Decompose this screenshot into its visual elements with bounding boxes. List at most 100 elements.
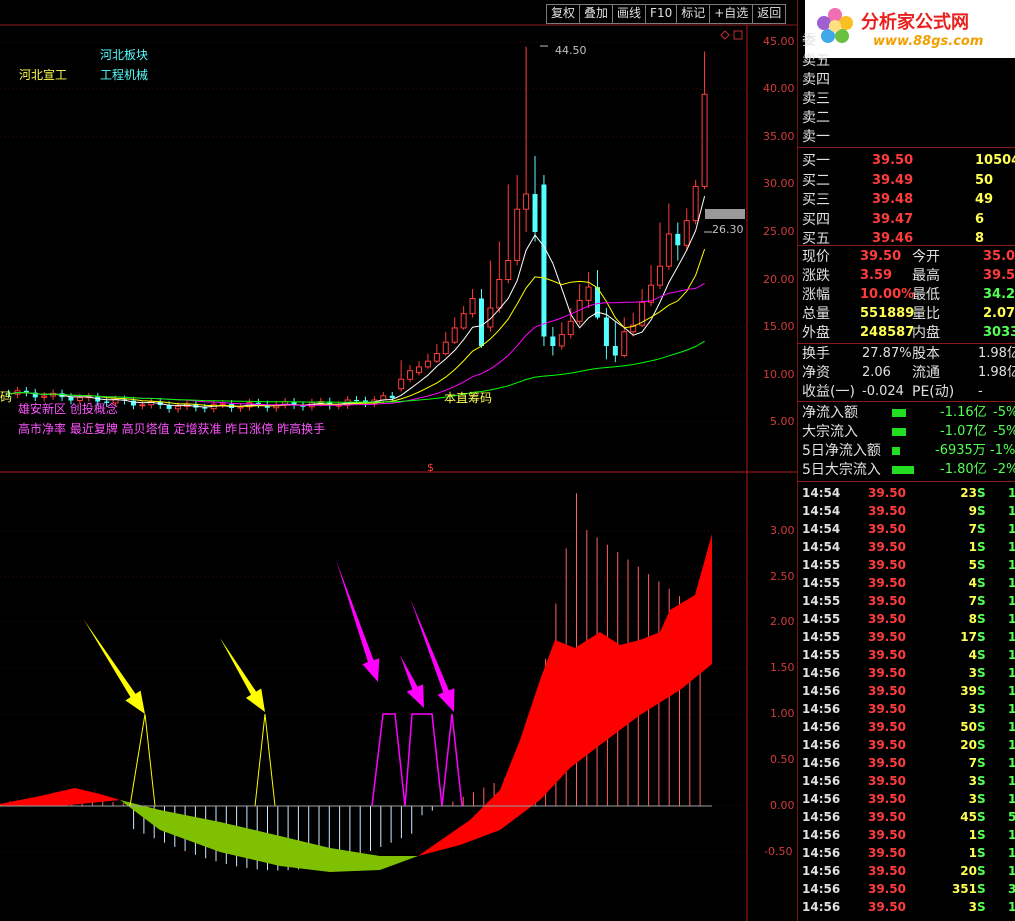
trade-price: 39.50 <box>868 648 906 662</box>
candle-body <box>478 298 484 346</box>
trade-row[interactable]: 14:56 39.50 3 S 1 <box>802 664 1015 682</box>
flow-value: -1.07亿 <box>940 424 987 439</box>
trade-volume: 8 <box>968 612 977 626</box>
trade-count: 1 <box>1008 594 1015 608</box>
candlestick-series <box>6 46 708 413</box>
concepts-line-2[interactable]: 高市净率 最近复牌 高贝塔值 定增获准 昨日涨停 昨高换手 <box>18 420 325 437</box>
candle-body <box>407 370 414 380</box>
candle-body <box>451 327 458 343</box>
trade-time: 14:55 <box>802 648 841 662</box>
concepts-line-1[interactable]: 雄安新区 创投概念 <box>18 400 118 417</box>
trade-row[interactable]: 14:56 39.50 1 S 1 <box>802 844 1015 862</box>
y-tick: 15.00 <box>763 320 795 333</box>
stat-value: - <box>978 384 983 399</box>
y-tick: 0.50 <box>770 753 795 766</box>
bid-price: 39.47 <box>872 211 914 227</box>
trade-row[interactable]: 14:55 39.50 8 S 1 <box>802 610 1015 628</box>
y-tick: 10.00 <box>763 368 795 381</box>
trade-row[interactable]: 14:55 39.50 4 S 1 <box>802 574 1015 592</box>
trade-volume: 5 <box>968 558 977 572</box>
left-edge-label: 码 <box>0 390 13 404</box>
candle-body <box>683 220 690 246</box>
square-icon[interactable] <box>733 30 743 40</box>
back-button[interactable]: 返回 <box>752 4 787 24</box>
trade-row[interactable]: 14:56 39.50 20 S 1 <box>802 736 1015 754</box>
trade-row[interactable]: 14:56 39.50 3 S 1 <box>802 790 1015 808</box>
flow-bar <box>892 409 906 417</box>
trade-row[interactable]: 14:56 39.50 39 S 1 <box>802 682 1015 700</box>
candle-body <box>460 313 467 329</box>
stat-label: 换手 <box>802 346 830 362</box>
quote-value: 2.07 <box>983 306 1015 321</box>
quote-value: 248587 <box>860 325 915 340</box>
chart-canvas[interactable] <box>0 0 797 921</box>
candle-body <box>612 346 618 356</box>
draw-line-button[interactable]: 画线 <box>612 4 647 24</box>
trade-row[interactable]: 14:56 39.50 45 S 5 <box>802 808 1015 826</box>
trade-row[interactable]: 14:56 39.50 1 S 1 <box>802 826 1015 844</box>
candle-body <box>701 93 708 187</box>
candle-body <box>416 366 423 374</box>
overlay-button[interactable]: 叠加 <box>579 4 614 24</box>
quote-label: 涨跌 <box>802 268 830 284</box>
add-watchlist-button[interactable]: +自选 <box>709 4 754 24</box>
trade-row[interactable]: 14:56 39.50 3 S 1 <box>802 700 1015 718</box>
trade-volume: 7 <box>968 594 977 608</box>
stock-name[interactable]: 河北宣工 <box>19 66 67 83</box>
trade-row[interactable]: 14:55 39.50 5 S 1 <box>802 556 1015 574</box>
trade-row[interactable]: 14:54 39.50 7 S 1 <box>802 520 1015 538</box>
candle-body <box>558 334 565 347</box>
trade-row[interactable]: 14:56 39.50 3 S 1 <box>802 772 1015 790</box>
f10-button[interactable]: F10 <box>645 4 678 24</box>
restore-right-button[interactable]: 复权 <box>546 4 581 24</box>
trade-row[interactable]: 14:56 39.50 20 S 1 <box>802 862 1015 880</box>
quote-label: 内盘 <box>912 325 940 341</box>
divider-symbol: $ <box>427 461 434 474</box>
flow-pct: -2% <box>993 462 1015 477</box>
trade-time: 14:56 <box>802 666 841 680</box>
candle-body <box>550 336 556 346</box>
y-tick: 2.00 <box>770 615 795 628</box>
trade-count: 3 <box>1008 882 1015 896</box>
quote-value: 39.50 <box>860 249 902 264</box>
trade-volume: 1 <box>968 828 977 842</box>
trade-row[interactable]: 14:56 39.50 50 S 1 <box>802 718 1015 736</box>
trade-side: S <box>977 486 986 500</box>
stat-value: 1.98亿 <box>978 346 1015 361</box>
trade-time: 14:56 <box>802 882 841 896</box>
trade-count: 1 <box>1008 738 1015 752</box>
trade-row[interactable]: 14:54 39.50 23 S 1 <box>802 484 1015 502</box>
diamond-icon[interactable] <box>720 30 730 40</box>
trade-side: S <box>977 594 986 608</box>
trade-row[interactable]: 14:55 39.50 17 S 1 <box>802 628 1015 646</box>
chip-distribution-label[interactable]: 本直筹码 <box>444 389 492 406</box>
quote-label: 最低 <box>912 287 940 303</box>
mark-button[interactable]: 标记 <box>676 4 711 24</box>
trade-price: 39.50 <box>868 882 906 896</box>
trade-side: S <box>977 612 986 626</box>
signal-peak <box>129 713 156 807</box>
trade-row[interactable]: 14:56 39.50 351 S 3 <box>802 880 1015 898</box>
arrow-marker <box>336 560 380 682</box>
arrow-marker <box>220 638 265 712</box>
candle-body <box>585 286 592 301</box>
trade-time: 14:56 <box>802 774 841 788</box>
trade-row[interactable]: 14:56 39.50 7 S 1 <box>802 754 1015 772</box>
trade-row[interactable]: 14:55 39.50 7 S 1 <box>802 592 1015 610</box>
arrow-marker <box>400 655 424 708</box>
bid-volume: 50 <box>975 172 994 188</box>
trade-row[interactable]: 14:54 39.50 9 S 1 <box>802 502 1015 520</box>
candle-body <box>603 317 609 346</box>
industry-label[interactable]: 工程机械 <box>100 66 148 83</box>
trade-row[interactable]: 14:56 39.50 3 S 1 <box>802 898 1015 916</box>
trade-row[interactable]: 14:54 39.50 1 S 1 <box>802 538 1015 556</box>
trade-count: 5 <box>1008 810 1015 824</box>
trade-volume: 3 <box>968 702 977 716</box>
trade-count: 1 <box>1008 756 1015 770</box>
trade-price: 39.50 <box>868 792 906 806</box>
trade-row[interactable]: 14:55 39.50 4 S 1 <box>802 646 1015 664</box>
current-price-marker: 26.30 <box>712 223 744 236</box>
positive-area-left <box>0 788 120 806</box>
trade-count: 1 <box>1008 774 1015 788</box>
sector-label[interactable]: 河北板块 <box>100 46 148 63</box>
